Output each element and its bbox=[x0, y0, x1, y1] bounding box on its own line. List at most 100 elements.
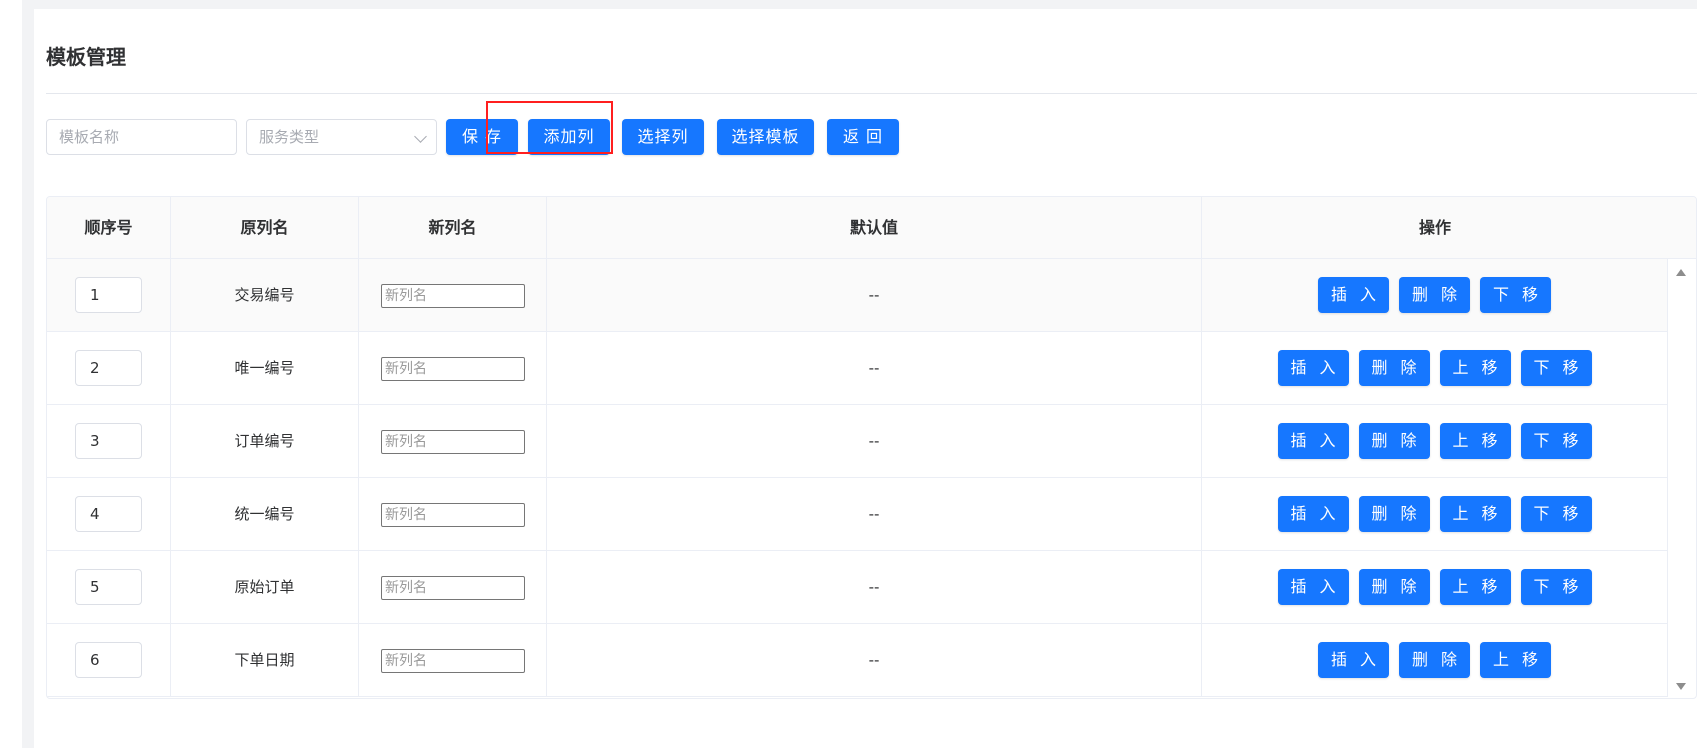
delete-button[interactable]: 删 除 bbox=[1358, 423, 1430, 459]
seq-input[interactable]: 1 bbox=[75, 277, 142, 313]
original-name: 统一编号 bbox=[234, 505, 295, 523]
insert-button[interactable]: 插 入 bbox=[1277, 423, 1349, 459]
actions-cell: 插 入删 除上 移下 移 bbox=[1202, 332, 1668, 404]
default-value-cell: -- bbox=[547, 332, 1202, 404]
original-name-cell: 唯一编号 bbox=[171, 332, 359, 404]
move-up-button[interactable]: 上 移 bbox=[1439, 350, 1511, 386]
move-up-button[interactable]: 上 移 bbox=[1439, 569, 1511, 605]
back-button[interactable]: 返 回 bbox=[827, 119, 899, 155]
new-name-cell: 新列名 bbox=[359, 478, 547, 550]
seq-cell: 3 bbox=[47, 405, 171, 477]
seq-cell: 1 bbox=[47, 259, 171, 331]
delete-button[interactable]: 删 除 bbox=[1399, 642, 1470, 678]
original-name: 原始订单 bbox=[234, 578, 295, 596]
header-original-name: 原列名 bbox=[171, 197, 359, 259]
move-up-button[interactable]: 上 移 bbox=[1480, 642, 1551, 678]
default-value: -- bbox=[868, 651, 880, 669]
original-name: 下单日期 bbox=[234, 651, 295, 669]
chevron-down-icon bbox=[414, 130, 427, 143]
table-scrollbar[interactable] bbox=[1666, 259, 1696, 698]
new-name-input[interactable]: 新列名 bbox=[381, 284, 525, 308]
default-value: -- bbox=[868, 578, 880, 596]
row-actions: 插 入删 除上 移下 移 bbox=[1202, 423, 1667, 459]
default-value: -- bbox=[868, 359, 880, 377]
move-down-button[interactable]: 下 移 bbox=[1520, 496, 1592, 532]
row-actions: 插 入删 除上 移 bbox=[1202, 642, 1667, 678]
insert-button[interactable]: 插 入 bbox=[1277, 496, 1349, 532]
actions-cell: 插 入删 除上 移 bbox=[1202, 624, 1668, 696]
header-default-value: 默认值 bbox=[547, 197, 1202, 259]
table-row: 1 交易编号 新列名 -- 插 入删 除下 移 bbox=[47, 259, 1668, 332]
default-value: -- bbox=[868, 286, 880, 304]
delete-button[interactable]: 删 除 bbox=[1358, 569, 1430, 605]
move-down-button[interactable]: 下 移 bbox=[1520, 423, 1592, 459]
move-up-button[interactable]: 上 移 bbox=[1439, 496, 1511, 532]
move-up-button[interactable]: 上 移 bbox=[1439, 423, 1511, 459]
new-name-input[interactable]: 新列名 bbox=[381, 649, 525, 673]
service-type-placeholder: 服务类型 bbox=[259, 128, 320, 146]
new-name-cell: 新列名 bbox=[359, 332, 547, 404]
left-margin bbox=[0, 0, 22, 748]
save-button[interactable]: 保 存 bbox=[446, 119, 518, 155]
actions-cell: 插 入删 除下 移 bbox=[1202, 259, 1668, 331]
scroll-down-icon[interactable] bbox=[1676, 683, 1686, 690]
insert-button[interactable]: 插 入 bbox=[1277, 569, 1349, 605]
seq-cell: 4 bbox=[47, 478, 171, 550]
move-down-button[interactable]: 下 移 bbox=[1520, 350, 1592, 386]
insert-button[interactable]: 插 入 bbox=[1277, 350, 1349, 386]
new-name-input[interactable]: 新列名 bbox=[381, 357, 525, 381]
columns-table: 顺序号 原列名 新列名 默认值 操作 1 交易编号 新列名 -- 插 入删 除下 移2唯… bbox=[46, 196, 1697, 699]
seq-input[interactable]: 4 bbox=[75, 496, 142, 532]
service-type-select[interactable]: 服务类型 bbox=[246, 119, 437, 155]
default-value-cell: -- bbox=[547, 624, 1202, 696]
move-down-button[interactable]: 下 移 bbox=[1480, 277, 1551, 313]
table-row: 3 订单编号 新列名 -- 插 入删 除上 移下 移 bbox=[47, 405, 1668, 478]
table-row: 6 下单日期 新列名 -- 插 入删 除上 移 bbox=[47, 624, 1668, 697]
header-actions: 操作 bbox=[1418, 218, 1451, 237]
title-divider bbox=[46, 93, 1697, 94]
delete-button[interactable]: 删 除 bbox=[1399, 277, 1470, 313]
seq-input[interactable]: 6 bbox=[75, 642, 142, 678]
seq-cell: 2 bbox=[47, 332, 171, 404]
header-new-name: 新列名 bbox=[359, 197, 547, 259]
row-actions: 插 入删 除上 移下 移 bbox=[1202, 350, 1667, 386]
default-value-cell: -- bbox=[547, 551, 1202, 623]
seq-input[interactable]: 5 bbox=[75, 569, 142, 605]
delete-button[interactable]: 删 除 bbox=[1358, 350, 1430, 386]
seq-cell: 5 bbox=[47, 551, 171, 623]
move-down-button[interactable]: 下 移 bbox=[1520, 569, 1592, 605]
header-seq: 顺序号 bbox=[47, 197, 171, 259]
select-column-button[interactable]: 选择列 bbox=[622, 119, 704, 155]
seq-input[interactable]: 3 bbox=[75, 423, 142, 459]
table-row: 5 原始订单 新列名 -- 插 入删 除上 移下 移 bbox=[47, 551, 1668, 624]
table-body: 1 交易编号 新列名 -- 插 入删 除下 移 2 唯一编号 新列名 -- 插 入删 除上 移下 … bbox=[47, 259, 1668, 697]
actions-cell: 插 入删 除上 移下 移 bbox=[1202, 551, 1668, 623]
original-name: 唯一编号 bbox=[234, 359, 295, 377]
original-name: 交易编号 bbox=[234, 286, 295, 304]
original-name: 订单编号 bbox=[234, 432, 295, 450]
original-name-cell: 原始订单 bbox=[171, 551, 359, 623]
add-column-button[interactable]: 添加列 bbox=[528, 119, 610, 155]
original-name-cell: 订单编号 bbox=[171, 405, 359, 477]
new-name-cell: 新列名 bbox=[359, 259, 547, 331]
insert-button[interactable]: 插 入 bbox=[1318, 277, 1389, 313]
select-template-button[interactable]: 选择模板 bbox=[717, 119, 814, 155]
new-name-input[interactable]: 新列名 bbox=[381, 503, 525, 527]
default-value: -- bbox=[868, 432, 880, 450]
row-actions: 插 入删 除上 移下 移 bbox=[1202, 569, 1667, 605]
new-name-input[interactable]: 新列名 bbox=[381, 430, 525, 454]
insert-button[interactable]: 插 入 bbox=[1318, 642, 1389, 678]
page-title: 模板管理 bbox=[46, 45, 126, 69]
default-value-cell: -- bbox=[547, 259, 1202, 331]
original-name-cell: 交易编号 bbox=[171, 259, 359, 331]
template-name-input[interactable]: 模板名称 bbox=[46, 119, 237, 155]
delete-button[interactable]: 删 除 bbox=[1358, 496, 1430, 532]
new-name-cell: 新列名 bbox=[359, 405, 547, 477]
table-row: 4 统一编号 新列名 -- 插 入删 除上 移下 移 bbox=[47, 478, 1668, 551]
new-name-cell: 新列名 bbox=[359, 624, 547, 696]
scroll-up-icon[interactable] bbox=[1676, 269, 1686, 276]
actions-cell: 插 入删 除上 移下 移 bbox=[1202, 478, 1668, 550]
new-name-input[interactable]: 新列名 bbox=[381, 576, 525, 600]
seq-input[interactable]: 2 bbox=[75, 350, 142, 386]
row-actions: 插 入删 除上 移下 移 bbox=[1202, 496, 1667, 532]
